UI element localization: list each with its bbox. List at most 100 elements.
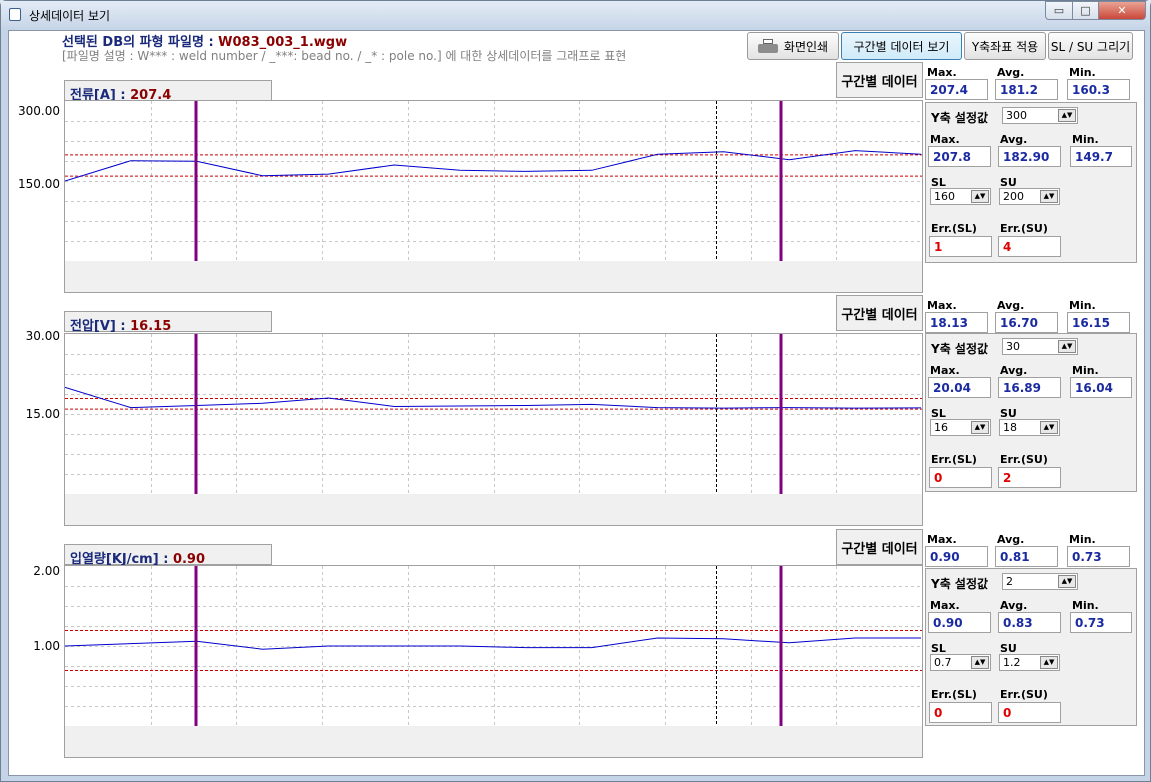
section-max-value: 0.90 [925,546,988,567]
spinner-arrows-icon[interactable]: ▲▼ [971,421,989,434]
stat-min-label: Min. [1072,599,1099,612]
y-tick-mid: 1.00 [33,639,60,653]
y-tick-top: 30.00 [25,329,60,343]
spinner-arrows-icon[interactable]: ▲▼ [1058,109,1076,122]
y-setting-label: Y축 설정값 [931,577,989,591]
stat-max-label: Max. [930,133,960,146]
sl-su-draw-button[interactable]: SL / SU 그리기 [1048,32,1133,60]
sl-spinner[interactable]: 0.7 ▲▼ [930,654,991,671]
y-setting-spinner[interactable]: 2 ▲▼ [1002,573,1078,590]
y-setting-value: 30 [1006,340,1020,353]
status-bar [7,776,1144,780]
y-setting-spinner[interactable]: 300 ▲▼ [1002,107,1078,124]
sl-value: 160 [934,190,955,203]
spinner-arrows-icon[interactable]: ▲▼ [1040,421,1058,434]
chart-plot-area[interactable] [64,100,923,293]
stat-avg-label: Avg. [1000,599,1028,612]
title-bar[interactable]: 상세데이터 보기 ▭ □ ✕ [1,1,1150,27]
stat-avg-label: Avg. [1000,364,1028,377]
err-su-label: Err.(SU) [1000,453,1048,466]
section-avg-value: 0.81 [995,546,1058,567]
section-data-label-box: 구간별 데이터 [836,62,923,98]
chart-svg [65,334,922,494]
section-min-value: 16.15 [1067,312,1130,333]
err-su-label: Err.(SU) [1000,222,1048,235]
y-setting-value: 2 [1006,575,1013,588]
stat-max-label: Max. [930,599,960,612]
chart-svg [65,566,922,726]
su-spinner[interactable]: 18 ▲▼ [999,419,1060,436]
print-screen-button[interactable]: 화면인쇄 [747,32,839,60]
chart-title-box: 전압[V] : 16.15 [64,311,272,334]
maximize-button[interactable]: □ [1072,1,1099,20]
window-title: 상세데이터 보기 [29,9,111,23]
file-description: [파일명 설명 : W*** : weld number / _***: bea… [62,49,627,63]
stat-min-value: 16.04 [1070,377,1132,398]
err-sl-label: Err.(SL) [931,453,977,466]
err-sl-label: Err.(SL) [931,688,977,701]
err-sl-label: Err.(SL) [931,222,977,235]
stat-max-value: 207.8 [928,146,991,167]
chart-svg [65,101,922,261]
spinner-arrows-icon[interactable]: ▲▼ [1040,656,1058,669]
section-min-label: Min. [1069,533,1096,546]
chart-title-box: 입열량[KJ/cm] : 0.90 [64,544,272,567]
spinner-arrows-icon[interactable]: ▲▼ [971,656,989,669]
sl-value: 0.7 [934,656,952,669]
print-screen-label: 화면인쇄 [783,39,829,54]
y-setting-value: 300 [1006,109,1027,122]
spinner-arrows-icon[interactable]: ▲▼ [1040,190,1058,203]
section-avg-label: Avg. [997,66,1025,79]
section-min-value: 160.3 [1067,79,1130,100]
printer-icon [757,39,778,53]
stat-min-value: 0.73 [1070,612,1132,633]
chart-plot-area[interactable] [64,565,923,758]
err-su-value: 4 [998,236,1061,257]
stat-min-value: 149.7 [1070,146,1132,167]
stat-max-value: 20.04 [928,377,991,398]
section-data-label-box: 구간별 데이터 [836,529,923,565]
section-min-value: 0.73 [1067,546,1130,567]
sl-spinner[interactable]: 160 ▲▼ [930,188,991,205]
section-max-label: Max. [927,299,957,312]
spinner-arrows-icon[interactable]: ▲▼ [1058,575,1076,588]
sl-spinner[interactable]: 16 ▲▼ [930,419,991,436]
stat-avg-label: Avg. [1000,133,1028,146]
stat-min-label: Min. [1072,133,1099,146]
err-su-value: 2 [998,467,1061,488]
stat-max-value: 0.90 [928,612,991,633]
stat-avg-value: 16.89 [998,377,1061,398]
err-su-value: 0 [998,702,1061,723]
close-button[interactable]: ✕ [1098,1,1146,20]
spinner-arrows-icon[interactable]: ▲▼ [1058,340,1076,353]
err-sl-value: 0 [929,467,992,488]
section-max-value: 207.4 [925,79,988,100]
y-tick-top: 2.00 [33,564,60,578]
section-min-label: Min. [1069,66,1096,79]
su-value: 200 [1003,190,1024,203]
chart-current-value: 16.15 [130,319,172,334]
su-spinner[interactable]: 1.2 ▲▼ [999,654,1060,671]
stat-min-label: Min. [1072,364,1099,377]
chart-plot-area[interactable] [64,333,923,526]
spinner-arrows-icon[interactable]: ▲▼ [971,190,989,203]
section-data-view-button[interactable]: 구간별 데이터 보기 [841,32,962,60]
minimize-button[interactable]: ▭ [1045,1,1073,20]
section-max-value: 18.13 [925,312,988,333]
su-spinner[interactable]: 200 ▲▼ [999,188,1060,205]
err-su-label: Err.(SU) [1000,688,1048,701]
section-avg-label: Avg. [997,533,1025,546]
sl-value: 16 [934,421,948,434]
section-min-label: Min. [1069,299,1096,312]
section-data-label-box: 구간별 데이터 [836,295,923,331]
section-max-label: Max. [927,66,957,79]
y-axis-apply-button[interactable]: Y축좌표 적용 [964,32,1046,60]
chart-title-label: 전압[V] : [70,319,131,334]
section-avg-label: Avg. [997,299,1025,312]
y-setting-spinner[interactable]: 30 ▲▼ [1002,338,1078,355]
y-tick-mid: 15.00 [25,407,60,421]
su-value: 18 [1003,421,1017,434]
y-setting-label: Y축 설정값 [931,342,989,356]
section-max-label: Max. [927,533,957,546]
app-icon [9,8,21,21]
